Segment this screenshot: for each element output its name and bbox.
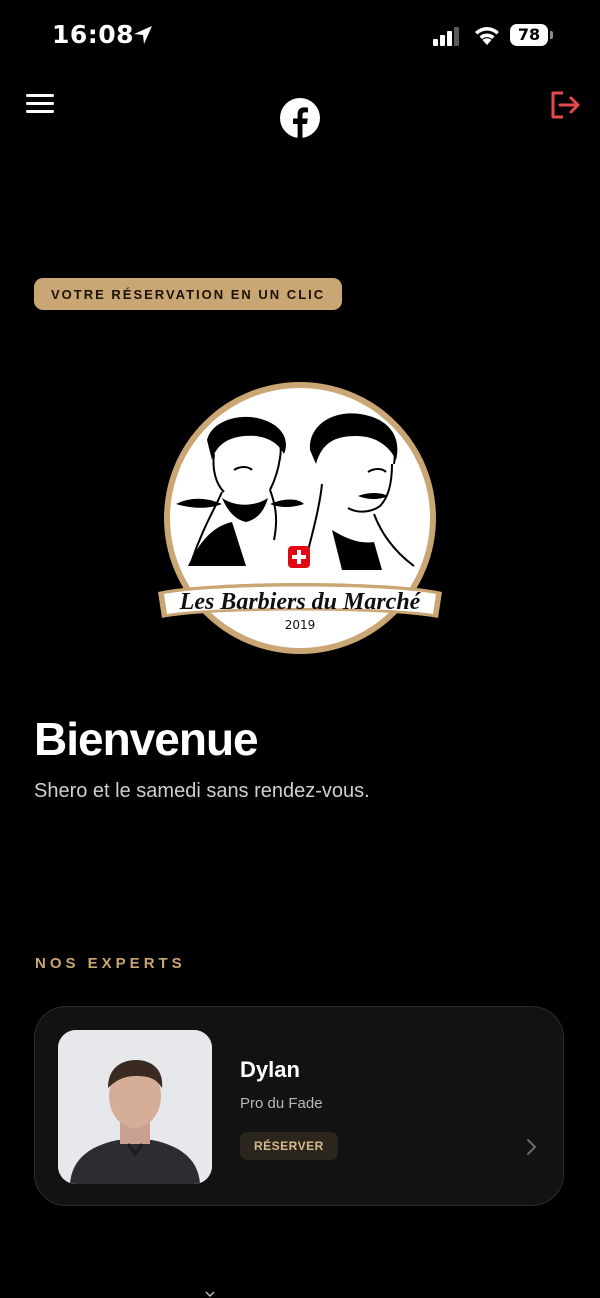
section-label-experts: NOS EXPERTS [35, 955, 186, 972]
wifi-icon [475, 27, 499, 45]
battery-icon: 78 [510, 24, 554, 46]
expert-name: Dylan [240, 1057, 300, 1082]
status-time: 16:08 [52, 20, 135, 49]
reserve-button[interactable]: RÉSERVER [240, 1132, 338, 1160]
partial-icon [205, 1291, 215, 1298]
page-title: Bienvenue [34, 713, 259, 765]
logo-year: 2019 [285, 618, 316, 632]
hamburger-menu-icon[interactable] [26, 94, 54, 116]
chevron-right-icon [527, 1139, 536, 1155]
expert-role: Pro du Fade [240, 1095, 323, 1112]
facebook-icon[interactable] [280, 98, 320, 138]
barbershop-logo: Les Barbiers du Marché 2019 [158, 382, 442, 654]
page-subtitle: Shero et le samedi sans rendez-vous. [34, 780, 370, 802]
location-arrow-icon [134, 26, 152, 44]
logout-icon[interactable] [549, 90, 581, 120]
signal-icon [433, 27, 459, 46]
expert-card[interactable]: Dylan Pro du Fade RÉSERVER [34, 1006, 564, 1206]
logo-text: Les Barbiers du Marché [179, 589, 422, 615]
reservation-pill[interactable]: VOTRE RÉSERVATION EN UN CLIC [34, 278, 343, 310]
battery-level: 78 [510, 24, 548, 46]
expert-photo [58, 1030, 212, 1184]
